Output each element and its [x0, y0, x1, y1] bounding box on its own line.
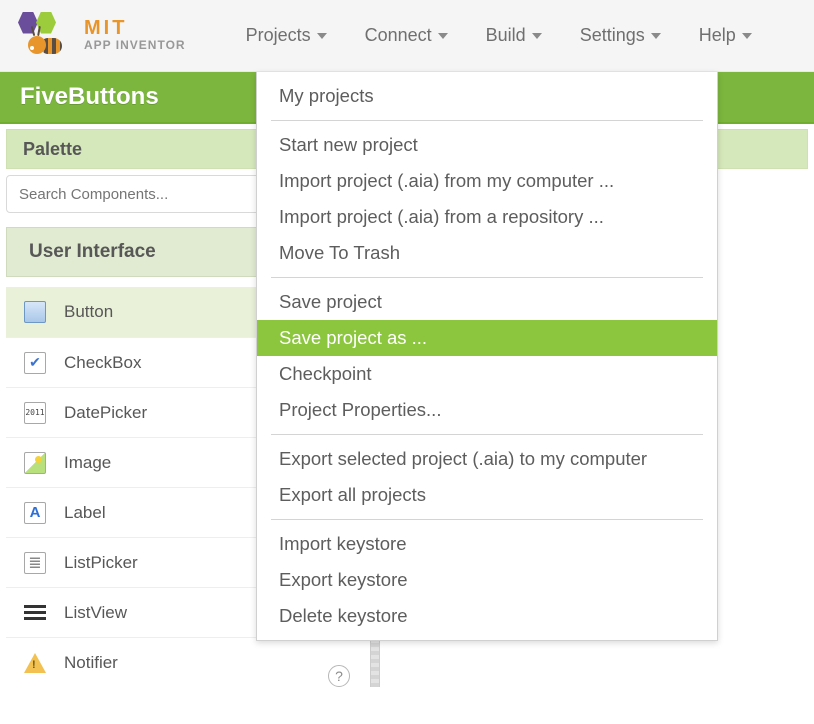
chevron-down-icon: [438, 33, 448, 39]
menu-build[interactable]: Build: [486, 25, 542, 46]
dropdown-separator: [271, 434, 703, 435]
datepicker-icon: [24, 402, 46, 424]
projects-dropdown: My projectsStart new projectImport proje…: [256, 72, 718, 641]
menu-item-import-keystore[interactable]: Import keystore: [257, 526, 717, 562]
logo-bee-icon: [18, 12, 74, 60]
button-icon: [24, 301, 46, 323]
chevron-down-icon: [532, 33, 542, 39]
menu-label: Connect: [365, 25, 432, 46]
menu-label: Help: [699, 25, 736, 46]
menu-item-save-project-as[interactable]: Save project as ...: [257, 320, 717, 356]
menu-label: Build: [486, 25, 526, 46]
help-icon[interactable]: ?: [328, 665, 350, 687]
component-label: Button: [64, 302, 113, 322]
menu-item-export-selected-project-aia-to-my-computer[interactable]: Export selected project (.aia) to my com…: [257, 441, 717, 477]
project-title: FiveButtons: [20, 83, 159, 111]
component-label: CheckBox: [64, 353, 141, 373]
menu-item-start-new-project[interactable]: Start new project: [257, 127, 717, 163]
listview-icon: [24, 602, 46, 624]
component-label: DatePicker: [64, 403, 147, 423]
menu-item-delete-keystore[interactable]: Delete keystore: [257, 598, 717, 634]
menu-item-export-keystore[interactable]: Export keystore: [257, 562, 717, 598]
checkbox-icon: [24, 352, 46, 374]
menubar: Projects Connect Build Settings Help: [246, 25, 752, 46]
menu-label: Settings: [580, 25, 645, 46]
brand-line2: APP INVENTOR: [84, 38, 186, 52]
image-icon: [24, 452, 46, 474]
menu-item-project-properties[interactable]: Project Properties...: [257, 392, 717, 428]
palette-title: Palette: [23, 139, 82, 160]
component-label: Notifier: [64, 653, 118, 673]
chevron-down-icon: [317, 33, 327, 39]
component-label: Image: [64, 453, 111, 473]
menu-item-import-project-aia-from-a-repository[interactable]: Import project (.aia) from a repository …: [257, 199, 717, 235]
logo: MIT APP INVENTOR: [18, 12, 186, 60]
menu-item-checkpoint[interactable]: Checkpoint: [257, 356, 717, 392]
label-icon: [24, 502, 46, 524]
chevron-down-icon: [742, 33, 752, 39]
menu-item-save-project[interactable]: Save project: [257, 284, 717, 320]
accordion-title: User Interface: [29, 241, 156, 263]
logo-text: MIT APP INVENTOR: [84, 18, 186, 52]
dropdown-separator: [271, 120, 703, 121]
component-label: ListPicker: [64, 553, 138, 573]
menu-item-export-all-projects[interactable]: Export all projects: [257, 477, 717, 513]
component-label: Label: [64, 503, 106, 523]
menu-item-import-project-aia-from-my-computer[interactable]: Import project (.aia) from my computer .…: [257, 163, 717, 199]
menu-help[interactable]: Help: [699, 25, 752, 46]
chevron-down-icon: [651, 33, 661, 39]
menu-projects[interactable]: Projects: [246, 25, 327, 46]
menu-settings[interactable]: Settings: [580, 25, 661, 46]
menu-item-my-projects[interactable]: My projects: [257, 78, 717, 114]
menu-connect[interactable]: Connect: [365, 25, 448, 46]
component-label: ListView: [64, 603, 127, 623]
dropdown-separator: [271, 519, 703, 520]
dropdown-separator: [271, 277, 703, 278]
top-menu-bar: MIT APP INVENTOR Projects Connect Build Set…: [0, 0, 814, 72]
brand-line1: MIT: [84, 18, 186, 38]
component-notifier[interactable]: Notifier: [6, 637, 352, 687]
menu-label: Projects: [246, 25, 311, 46]
listpicker-icon: [24, 552, 46, 574]
notifier-icon: [24, 653, 46, 673]
menu-item-move-to-trash[interactable]: Move To Trash: [257, 235, 717, 271]
